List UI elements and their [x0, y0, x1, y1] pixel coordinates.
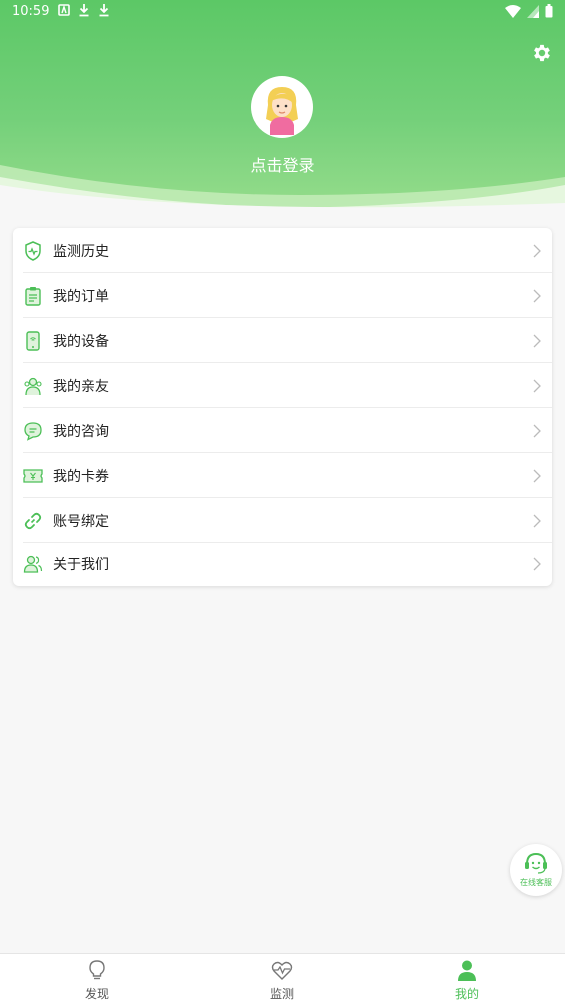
chevron-right-icon [533, 469, 541, 482]
shield-monitor-icon [25, 240, 41, 261]
chevron-right-icon [533, 557, 541, 570]
menu-item-family[interactable]: 我的亲友 [13, 363, 552, 408]
online-service-label: 在线客服 [520, 878, 552, 887]
download-icon [99, 4, 109, 17]
customer-service-headset-icon [525, 852, 547, 874]
phone-device-icon [26, 330, 40, 351]
app-notification-icon [58, 4, 70, 16]
menu-item-coupons[interactable]: 我的卡券 [13, 453, 552, 498]
chat-bubble-icon [24, 421, 42, 441]
link-icon [24, 512, 42, 529]
menu-item-label: 我的订单 [53, 288, 109, 305]
battery-icon [545, 4, 553, 18]
lightbulb-icon [89, 960, 105, 980]
online-service-button[interactable]: 在线客服 [510, 844, 562, 896]
wifi-icon [505, 4, 521, 18]
chevron-right-icon [533, 514, 541, 527]
chevron-right-icon [533, 334, 541, 347]
heartbeat-icon [271, 961, 293, 980]
menu-item-label: 我的设备 [53, 333, 109, 350]
tab-discover[interactable]: 发现 [3, 954, 191, 1004]
users-icon [23, 555, 43, 573]
status-bar: 10:59 [0, 0, 565, 24]
tab-monitor[interactable]: 监测 [188, 954, 376, 1004]
girl-avatar-icon [266, 87, 298, 135]
menu-item-label: 监测历史 [53, 243, 109, 260]
chevron-right-icon [533, 424, 541, 437]
signal-icon [527, 4, 539, 18]
menu-item-monitor-history[interactable]: 监测历史 [13, 228, 552, 273]
menu-item-label: 账号绑定 [53, 513, 109, 530]
coupon-icon [23, 468, 43, 483]
menu-card: 监测历史 我的订单 我的设备 我的亲友 我的咨询 我的卡券 账号绑定 关于我们 [13, 228, 552, 586]
menu-item-consultation[interactable]: 我的咨询 [13, 408, 552, 453]
person-icon [458, 960, 476, 981]
chevron-right-icon [533, 289, 541, 302]
profile-header: 10:59 点击登录 [0, 0, 565, 215]
tab-label: 监测 [269, 987, 294, 1001]
tab-label: 我的 [454, 987, 479, 1001]
menu-item-label: 我的卡券 [53, 468, 109, 485]
menu-item-label: 关于我们 [53, 556, 109, 573]
chevron-right-icon [533, 379, 541, 392]
menu-item-label: 我的咨询 [53, 423, 109, 440]
clipboard-icon [25, 286, 41, 306]
menu-item-account-binding[interactable]: 账号绑定 [13, 498, 552, 543]
people-icon [24, 377, 42, 395]
tab-mine[interactable]: 我的 [373, 954, 561, 1004]
download-icon [79, 4, 89, 17]
settings-gear-icon[interactable] [531, 42, 553, 64]
menu-item-label: 我的亲友 [53, 378, 109, 395]
chevron-right-icon [533, 244, 541, 257]
notification-icons [58, 3, 110, 17]
system-icons [505, 4, 553, 18]
tab-label: 发现 [84, 987, 109, 1001]
bottom-tab-bar: 发现 监测 我的 [0, 953, 565, 1004]
header-wave [0, 165, 565, 215]
menu-item-about-us[interactable]: 关于我们 [13, 541, 552, 586]
menu-item-devices[interactable]: 我的设备 [13, 318, 552, 363]
status-time: 10:59 [12, 4, 50, 19]
menu-item-orders[interactable]: 我的订单 [13, 273, 552, 318]
avatar[interactable] [251, 76, 313, 138]
